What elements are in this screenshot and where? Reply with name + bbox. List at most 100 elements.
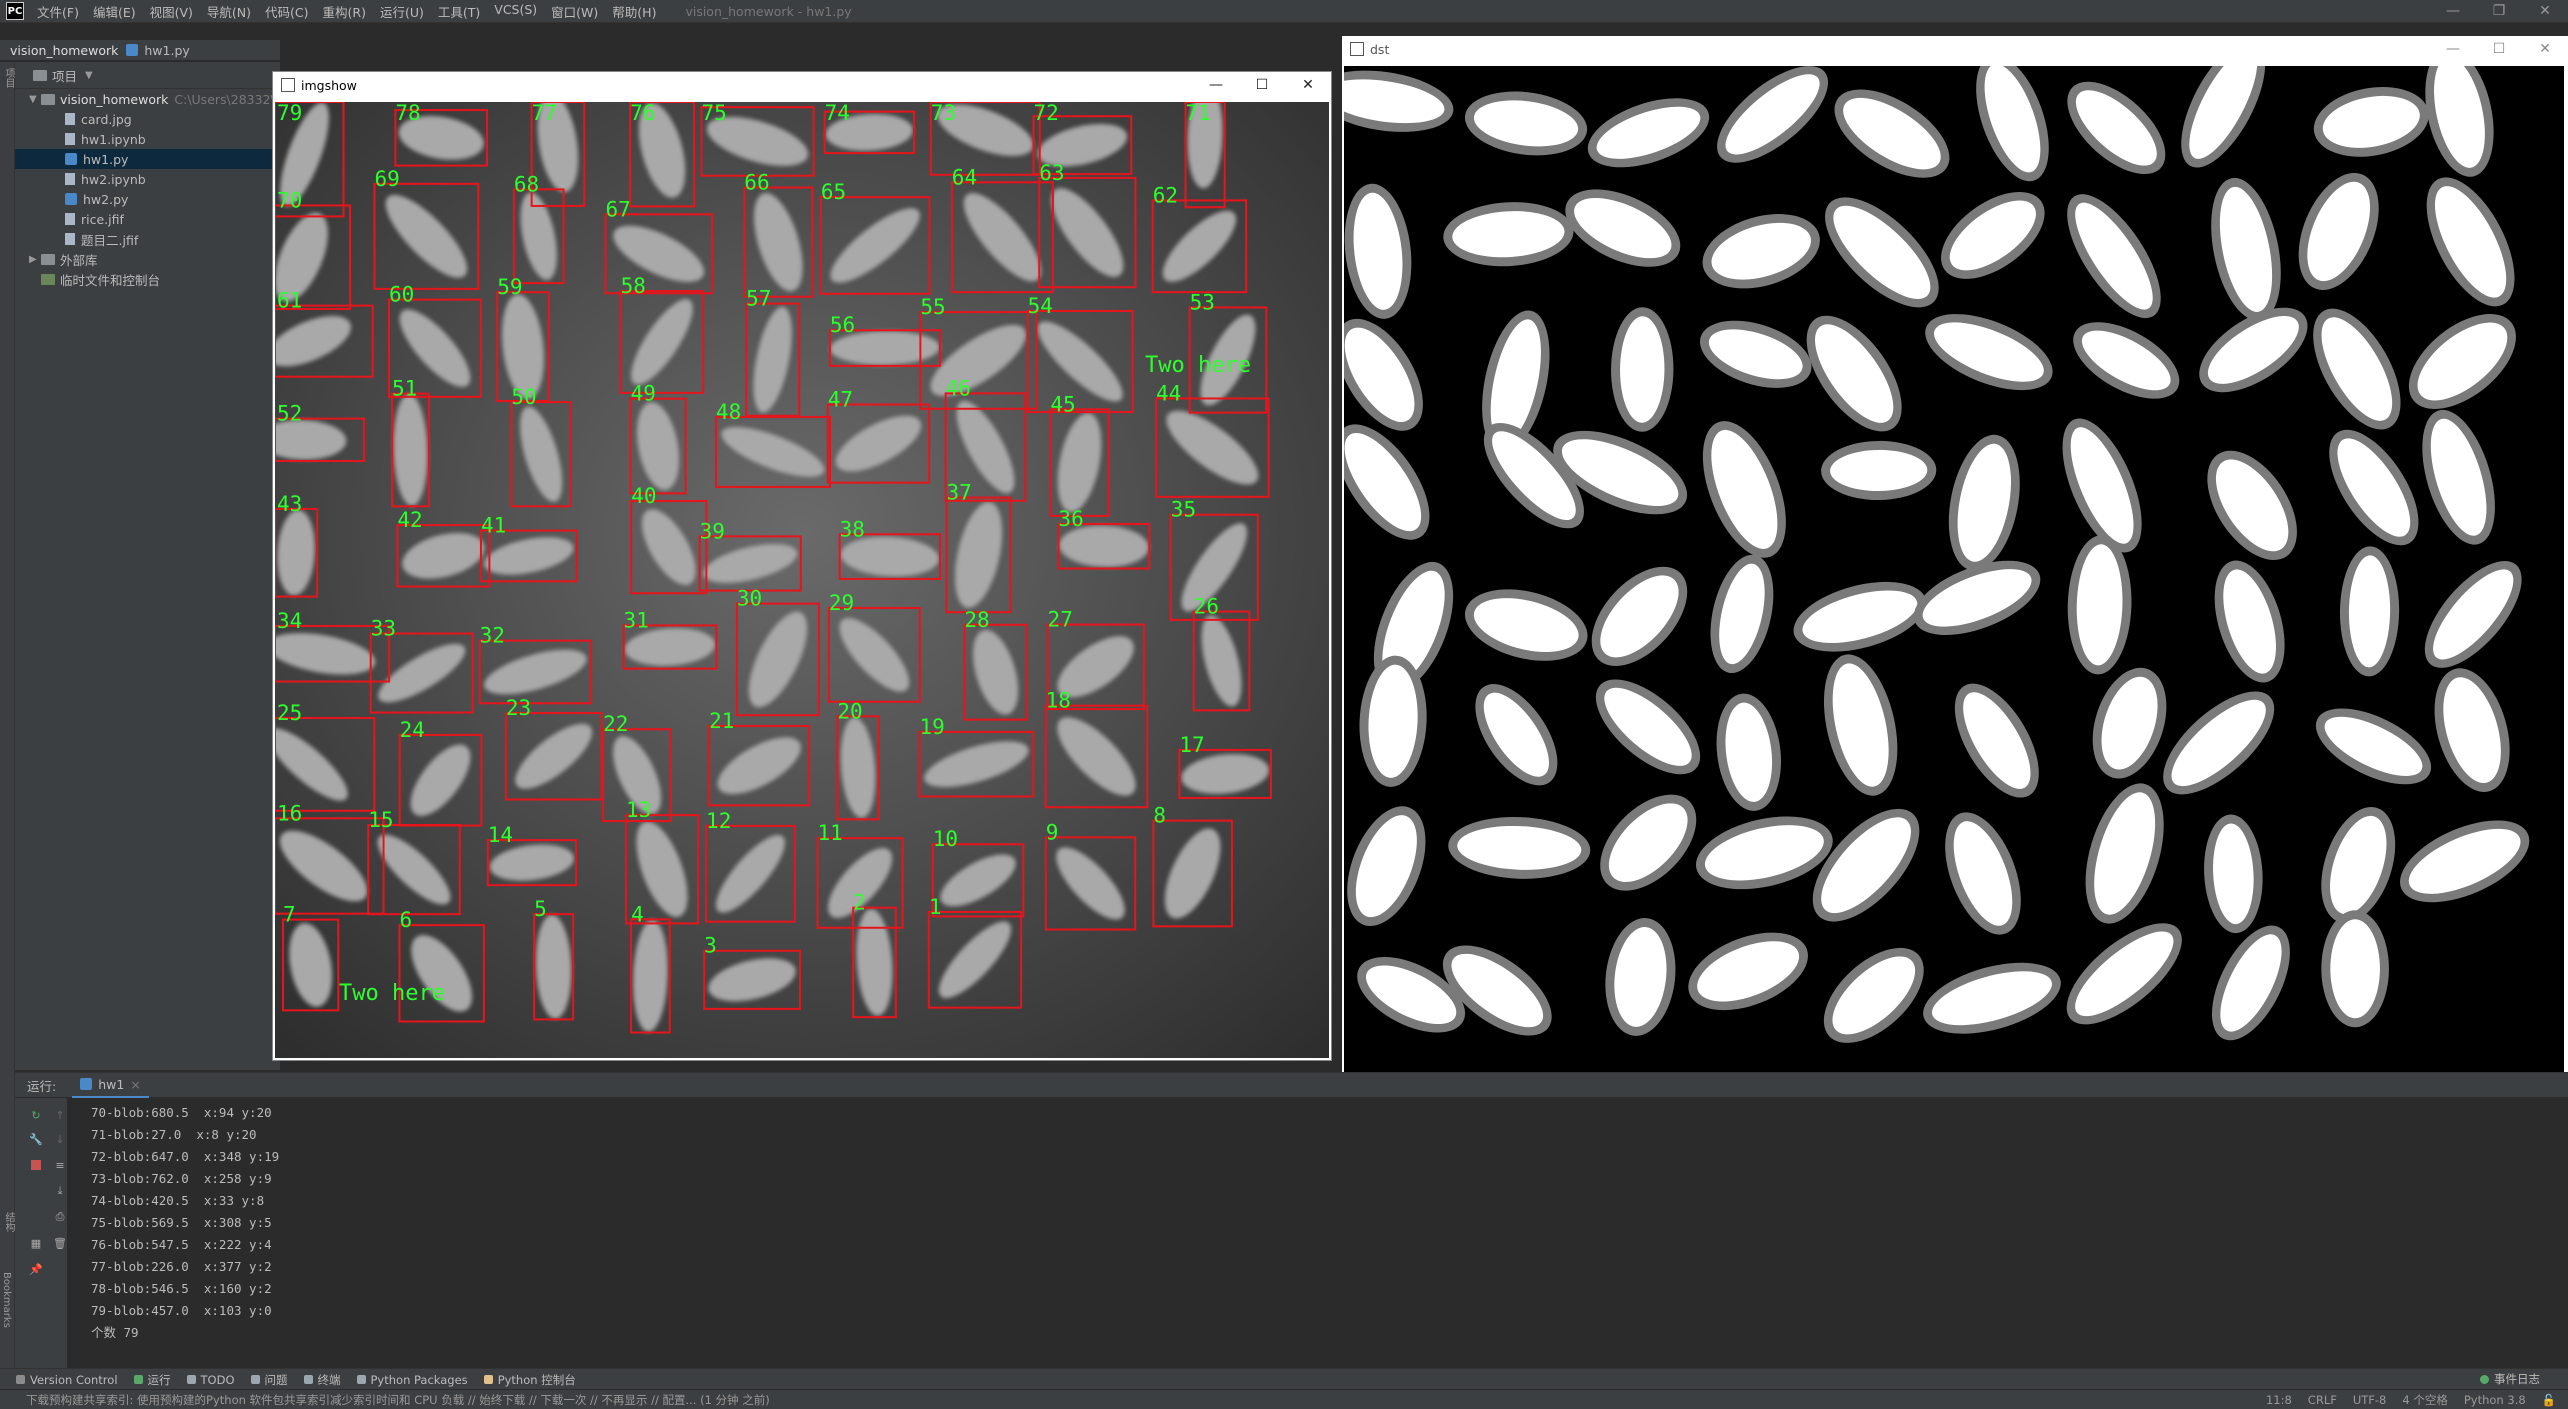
file-tree-item[interactable]: hw1.py: [15, 149, 280, 169]
blob-number-label: 30: [737, 587, 762, 611]
imgshow-titlebar[interactable]: imgshow — ☐ ✕: [273, 72, 1331, 98]
file-tree-label: hw2.ipynb: [81, 171, 146, 187]
console-line: 79-blob:457.0 x:103 y:0: [91, 1303, 272, 1318]
menu-item[interactable]: 工具(T): [431, 2, 487, 21]
blob-number-label: 57: [746, 287, 771, 311]
blob-number-label: 67: [605, 197, 630, 221]
run-tab-hw1[interactable]: hw1 ×: [72, 1072, 149, 1098]
python-interpreter[interactable]: Python 3.8: [2464, 1393, 2526, 1407]
root-folder-label: vision_homework: [60, 91, 169, 107]
project-panel-header[interactable]: 项目 ▼: [15, 62, 280, 89]
stop-icon[interactable]: [31, 1160, 41, 1170]
scroll-up-icon[interactable]: ↑: [53, 1108, 67, 1122]
restore-icon[interactable]: ❐: [2476, 0, 2522, 22]
project-panel: 项目 ▼ ▼ vision_homework C:\Users\28332\ c…: [15, 62, 280, 1070]
menu-item[interactable]: 导航(N): [200, 2, 258, 21]
menu-item[interactable]: 文件(F): [30, 2, 86, 21]
menu-item[interactable]: 帮助(H): [605, 2, 663, 21]
maximize-icon[interactable]: ☐: [1239, 72, 1285, 98]
scroll-to-end-icon[interactable]: ⤓: [53, 1184, 67, 1198]
minimize-icon[interactable]: —: [1193, 72, 1239, 98]
file-tree-item[interactable]: rice.jfif: [15, 209, 280, 229]
close-tab-icon[interactable]: ×: [130, 1077, 140, 1092]
maximize-icon[interactable]: ☐: [2476, 36, 2522, 62]
blob-number-label: 5: [534, 897, 547, 921]
file-tree-item[interactable]: hw1.ipynb: [15, 129, 280, 149]
close-icon[interactable]: ✕: [2522, 0, 2568, 22]
blob-number-label: 47: [828, 388, 853, 412]
file-tree-item[interactable]: card.jpg: [15, 109, 280, 129]
file-icon: [65, 133, 75, 145]
strip-bookmarks-tab[interactable]: Bookmarks: [1, 1272, 12, 1328]
tool-window-button[interactable]: 运行: [133, 1372, 171, 1388]
tree-root-folder[interactable]: ▼ vision_homework C:\Users\28332\: [15, 89, 280, 109]
menu-item[interactable]: 编辑(E): [86, 2, 143, 21]
blob-number-label: 37: [947, 481, 972, 505]
file-list: card.jpg hw1.ipynb hw1.py hw2.ipynb hw2.py ri…: [15, 109, 280, 249]
menu-item[interactable]: 窗口(W): [544, 2, 605, 21]
python-run-icon: [80, 1078, 93, 1090]
breadcrumb-file-label: hw1.py: [144, 42, 190, 58]
trash-icon[interactable]: 🗑: [53, 1236, 67, 1250]
blob-number-label: 79: [277, 102, 302, 125]
file-icon: [65, 213, 75, 225]
layout-icon[interactable]: ▦: [29, 1236, 43, 1250]
expand-arrow-icon[interactable]: ▼: [29, 94, 41, 105]
tool-window-button[interactable]: Python 控制台: [483, 1372, 576, 1388]
file-icon: [65, 233, 75, 245]
event-log-button[interactable]: 事件日志: [2480, 1371, 2540, 1387]
binary-rice-image: [1344, 66, 2564, 1078]
pin-icon[interactable]: 📌: [29, 1262, 43, 1276]
blob-number-label: 17: [1179, 733, 1204, 757]
menu-item[interactable]: 运行(U): [373, 2, 431, 21]
close-icon[interactable]: ✕: [2522, 36, 2568, 62]
tool-window-button[interactable]: 问题: [250, 1372, 288, 1388]
blob-number-label: 64: [952, 165, 977, 189]
menu-item[interactable]: 重构(R): [316, 2, 373, 21]
indent-setting[interactable]: 4 个空格: [2402, 1392, 2447, 1408]
wrench-icon[interactable]: 🔧: [29, 1132, 43, 1146]
file-tree-item[interactable]: 题目二.jfif: [15, 229, 280, 249]
menu-item[interactable]: 视图(V): [143, 2, 200, 21]
close-icon[interactable]: ✕: [1285, 72, 1331, 98]
minimize-icon[interactable]: —: [2430, 0, 2476, 22]
breadcrumb-file[interactable]: hw1.py: [126, 42, 190, 58]
strip-structure-tab[interactable]: 结构: [1, 1212, 16, 1232]
status-message[interactable]: 下载预构建共享索引: 使用预构建的Python 软件包共享索引减少索引时间和 C…: [26, 1392, 770, 1408]
tool-window-button[interactable]: Version Control: [16, 1372, 118, 1388]
annotated-rice-image: 79 78 77 76 75 74 73 72 717069 686766 6564 636261 60…: [275, 102, 1329, 1058]
file-tree-item[interactable]: hw2.ipynb: [15, 169, 280, 189]
expand-arrow-icon[interactable]: ▶: [29, 254, 41, 265]
blob-number-label: 50: [511, 385, 536, 409]
soft-wrap-icon[interactable]: ≡: [53, 1158, 67, 1172]
menu-item[interactable]: 代码(C): [258, 2, 315, 21]
navigation-bar: vision_homework hw1.py: [0, 40, 280, 60]
blob-number-label: 58: [621, 274, 646, 298]
dst-window-controls: — ☐ ✕: [2430, 36, 2568, 62]
rerun-icon[interactable]: ↻: [29, 1108, 43, 1122]
file-encoding[interactable]: UTF-8: [2353, 1393, 2387, 1407]
strip-project-tab[interactable]: 项目: [1, 68, 16, 88]
tool-window-button[interactable]: Python Packages: [356, 1372, 468, 1388]
lock-icon[interactable]: 🔓: [2542, 1393, 2556, 1407]
dst-canvas[interactable]: [1344, 66, 2564, 1078]
tree-scratches[interactable]: 临时文件和控制台: [15, 269, 280, 289]
minimize-icon[interactable]: —: [2430, 36, 2476, 62]
tree-external-libraries[interactable]: ▶ 外部库: [15, 249, 280, 269]
file-tree-item[interactable]: hw2.py: [15, 189, 280, 209]
scroll-down-icon[interactable]: ↓: [53, 1132, 67, 1146]
tool-window-button[interactable]: TODO: [186, 1372, 235, 1388]
menu-item[interactable]: VCS(S): [487, 2, 544, 21]
blob-number-label: 8: [1153, 804, 1166, 828]
dst-titlebar[interactable]: dst — ☐ ✕: [1342, 36, 2568, 62]
blob-number-label: 39: [700, 519, 725, 543]
print-icon[interactable]: ⎙: [53, 1210, 67, 1224]
imgshow-canvas[interactable]: 79 78 77 76 75 74 73 72 71 70 69 68 67 66 65 64 63 62 61 60…: [275, 102, 1329, 1058]
caret-position[interactable]: 11:8: [2266, 1393, 2292, 1407]
line-separator[interactable]: CRLF: [2308, 1393, 2337, 1407]
breadcrumb-project[interactable]: vision_homework: [0, 43, 126, 58]
console-output[interactable]: 70-blob:680.5 x:94 y:20 71-blob:27.0 x:8 …: [68, 1098, 2568, 1366]
blob-number-label: 29: [829, 591, 854, 615]
tool-window-button[interactable]: 终端: [303, 1372, 341, 1388]
chevron-down-icon[interactable]: ▼: [85, 70, 93, 81]
